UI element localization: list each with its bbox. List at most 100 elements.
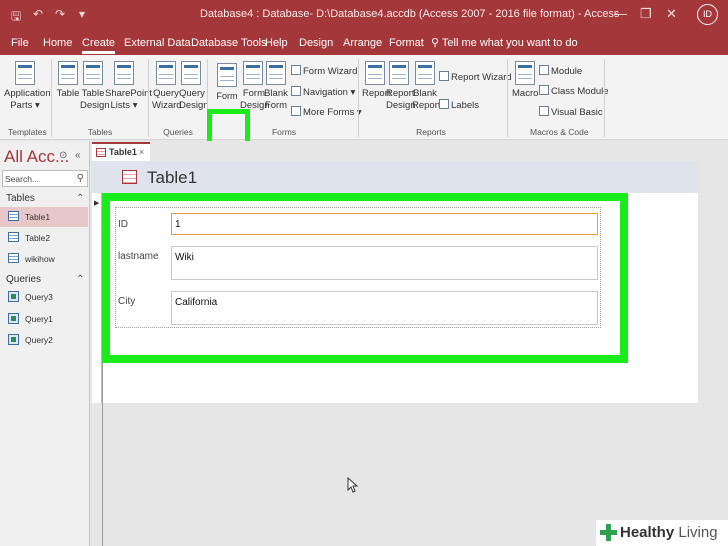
application-parts-button[interactable]: Application Parts ▾ <box>4 61 50 112</box>
lightbulb-icon: ⚲ <box>431 37 442 49</box>
title-bar: 🖫 ↶ ↷ ▾ Database4 : Database- D:\Databas… <box>0 0 728 29</box>
ribbon-tabs: File Home Create External Data Database … <box>0 29 728 55</box>
tab-external-data[interactable]: External Data <box>124 37 191 49</box>
field-input-lastname[interactable]: Wiki <box>171 246 598 280</box>
group-divider <box>507 59 508 137</box>
field-input-city[interactable]: California <box>171 291 598 325</box>
restore-icon[interactable]: ❐ <box>640 6 652 22</box>
form-header: Table1 <box>92 161 698 193</box>
macro-icon <box>515 61 535 85</box>
form-wizard-button[interactable]: Form Wizard <box>291 65 357 77</box>
tab-help[interactable]: Help <box>265 37 288 49</box>
save-icon[interactable]: 🖫 <box>11 7 21 28</box>
module-button[interactable]: Module <box>539 65 582 77</box>
form-design-button[interactable]: Form Design <box>240 61 270 112</box>
report-wizard-button[interactable]: Report Wizard <box>439 71 512 83</box>
tab-arrange[interactable]: Arrange <box>343 37 382 49</box>
labels-label: Labels <box>451 100 479 111</box>
form-button[interactable]: Form <box>212 63 242 102</box>
nav-item-query1[interactable]: Query1 <box>0 309 88 329</box>
nav-item-wikihow[interactable]: wikihow <box>0 249 88 269</box>
more-forms-label: More Forms ▾ <box>303 107 362 118</box>
tab-home[interactable]: Home <box>43 37 72 49</box>
visual-basic-icon <box>539 106 549 116</box>
tab-create[interactable]: Create <box>82 37 116 54</box>
nav-item-label: Table2 <box>25 233 51 243</box>
tell-me-label: Tell me what you want to do <box>441 37 578 49</box>
minimize-icon[interactable]: — <box>614 6 627 21</box>
macro-label: Macro <box>512 88 539 99</box>
table-label: Table <box>56 88 80 99</box>
nav-item-label: Query3 <box>25 292 53 302</box>
nav-item-label: Query1 <box>25 314 53 324</box>
group-divider <box>604 59 605 137</box>
sharepoint-lists-button[interactable]: SharePoint Lists ▾ <box>105 61 152 112</box>
table-button[interactable]: Table <box>56 61 80 100</box>
navigation-button[interactable]: Navigation ▾ <box>291 86 355 98</box>
redo-icon[interactable]: ↷ <box>55 7 65 21</box>
document-tab-label: Table1 <box>109 147 137 157</box>
report-button[interactable]: Report <box>362 61 391 100</box>
query-design-button[interactable]: Query Design <box>179 61 209 112</box>
nav-item-query2[interactable]: Query2 <box>0 330 88 350</box>
group-label-macros-code: Macros & Code <box>530 127 589 137</box>
record-selector[interactable]: ▶ <box>92 193 102 403</box>
tab-database-tools[interactable]: Database Tools <box>191 37 267 49</box>
blank-form-button[interactable]: Blank Form <box>264 61 288 112</box>
document-tab-table1[interactable]: Table1 × <box>92 142 150 161</box>
watermark-logo: Healthy Living <box>596 520 728 546</box>
table-icon <box>8 253 19 263</box>
nav-item-label: Table1 <box>25 212 51 222</box>
customize-toolbar-icon[interactable]: ▾ <box>79 7 85 21</box>
close-tab-icon[interactable]: × <box>139 147 144 157</box>
application-parts-icon <box>15 61 35 85</box>
tell-me-search[interactable]: ⚲ Tell me what you want to do <box>431 36 578 49</box>
nav-menu-icon[interactable]: ⊙ <box>59 150 67 161</box>
section-collapse-icon[interactable]: ⌃ <box>76 193 84 204</box>
table-design-button[interactable]: Table Design <box>80 61 110 112</box>
module-label: Module <box>551 66 583 77</box>
report-design-button[interactable]: Report Design <box>386 61 416 112</box>
nav-section-queries[interactable]: Queries <box>6 274 41 285</box>
nav-search-placeholder: Search... <box>5 174 40 184</box>
report-wizard-label: Report Wizard <box>451 72 512 83</box>
record-selector-line <box>102 360 103 546</box>
blank-report-icon <box>415 61 435 85</box>
report-design-icon <box>389 61 409 85</box>
user-avatar[interactable]: ID <box>697 4 718 25</box>
table-design-icon <box>83 61 103 85</box>
form-icon <box>217 63 237 87</box>
undo-icon[interactable]: ↶ <box>33 7 43 21</box>
nav-search-input[interactable]: Search... ⚲ <box>2 170 88 187</box>
labels-button[interactable]: Labels <box>439 99 479 111</box>
nav-item-table1[interactable]: Table1 <box>0 207 88 227</box>
field-input-id[interactable]: 1 <box>171 213 598 235</box>
query-wizard-button[interactable]: Query Wizard <box>152 61 182 112</box>
group-divider <box>51 59 52 137</box>
field-label-lastname: lastname <box>118 251 159 262</box>
macro-button[interactable]: Macro <box>512 61 538 100</box>
class-module-button[interactable]: Class Module <box>539 85 609 97</box>
nav-item-table2[interactable]: Table2 <box>0 228 88 248</box>
tab-file[interactable]: File <box>11 37 29 49</box>
tab-design[interactable]: Design <box>299 37 333 49</box>
query-wizard-label: Query Wizard <box>152 88 182 111</box>
field-label-city: City <box>118 296 136 307</box>
nav-section-tables[interactable]: Tables <box>6 193 35 204</box>
tab-format[interactable]: Format <box>389 37 424 49</box>
class-module-icon <box>539 85 549 95</box>
group-label-tables: Tables <box>87 127 113 137</box>
visual-basic-button[interactable]: Visual Basic <box>539 106 603 118</box>
close-icon[interactable]: ✕ <box>666 6 677 22</box>
field-label-id: ID <box>118 219 128 230</box>
nav-item-query3[interactable]: Query3 <box>0 287 88 307</box>
query-wizard-icon <box>156 61 176 85</box>
watermark-light: Living <box>674 524 718 541</box>
report-icon <box>365 61 385 85</box>
form-design-icon <box>242 61 263 85</box>
navigation-label: Navigation ▾ <box>303 87 356 98</box>
section-collapse-icon[interactable]: ⌃ <box>76 274 84 285</box>
blank-report-button[interactable]: Blank Report <box>412 61 441 112</box>
collapse-pane-icon[interactable]: « <box>75 150 81 161</box>
more-forms-button[interactable]: More Forms ▾ <box>291 106 362 118</box>
